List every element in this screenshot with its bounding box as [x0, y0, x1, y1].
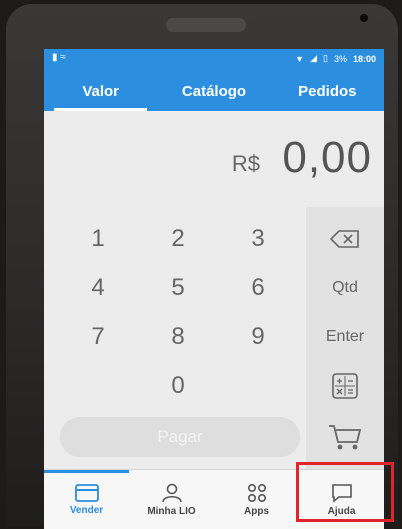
currency-label: R$ — [231, 151, 260, 176]
tab-catalogo[interactable]: Catálogo — [157, 71, 270, 111]
nav-apps-label: Apps — [244, 506, 269, 517]
pay-button[interactable]: Pagar — [60, 417, 300, 457]
key-3[interactable]: 3 — [218, 215, 298, 263]
key-0[interactable]: 0 — [138, 362, 218, 410]
calculator-button[interactable] — [306, 362, 384, 410]
battery-percent: 3% — [333, 53, 347, 64]
qtd-button[interactable]: Qtd — [306, 264, 384, 312]
battery-icon: ▯ — [323, 53, 328, 63]
status-bar: ▮ ≈ ▼ ◢ ▯ 3% 18:00 — [44, 49, 384, 67]
nav-vender[interactable]: Vender — [44, 470, 129, 529]
enter-button[interactable]: Enter — [306, 313, 384, 361]
card-icon — [74, 484, 99, 502]
camera-dot — [360, 14, 368, 22]
nav-apps[interactable]: Apps — [214, 470, 299, 529]
key-2[interactable]: 2 — [138, 215, 218, 263]
tab-bar: Valor Catálogo Pedidos — [44, 71, 384, 111]
cart-icon — [329, 425, 362, 450]
apps-grid-icon — [247, 483, 266, 503]
calculator-icon — [332, 373, 358, 399]
nav-vender-label: Vender — [69, 505, 104, 516]
nav-minha-lio[interactable]: Minha LIO — [129, 470, 214, 529]
key-9[interactable]: 9 — [218, 313, 298, 361]
clock: 18:00 — [352, 53, 376, 64]
backspace-button[interactable] — [306, 215, 384, 263]
key-7[interactable]: 7 — [58, 313, 138, 361]
key-5[interactable]: 5 — [138, 264, 218, 312]
device-frame: ▮ ≈ ▼ ◢ ▯ 3% 18:00 Valor Catálogo Pedido… — [6, 4, 398, 529]
app-header: ▮ ≈ ▼ ◢ ▯ 3% 18:00 Valor Catálogo Pedido… — [44, 49, 384, 111]
key-1[interactable]: 1 — [58, 215, 138, 263]
numeric-keypad: 1 2 3 4 5 6 7 8 9 0 Qtd Enter Pagar — [44, 207, 384, 477]
key-4[interactable]: 4 — [58, 264, 138, 312]
key-8[interactable]: 8 — [138, 313, 218, 361]
speaker-grille — [166, 18, 246, 32]
person-icon — [161, 483, 182, 503]
screen: ▮ ≈ ▼ ◢ ▯ 3% 18:00 Valor Catálogo Pedido… — [44, 49, 384, 529]
function-keys-column: Qtd Enter — [306, 207, 384, 477]
cart-button[interactable] — [306, 413, 384, 461]
highlight-annotation — [296, 462, 394, 522]
amount-value: 0,00 — [282, 133, 372, 182]
key-6[interactable]: 6 — [218, 264, 298, 312]
tab-pedidos[interactable]: Pedidos — [271, 71, 384, 111]
tab-valor[interactable]: Valor — [44, 71, 157, 111]
backspace-icon — [330, 230, 359, 248]
wifi-icon: ▼ — [295, 53, 305, 64]
nav-minha-lio-label: Minha LIO — [147, 506, 196, 517]
amount-display: R$ 0,00 — [44, 111, 384, 201]
notification-icon: ▮ ≈ — [52, 52, 66, 63]
signal-icon: ◢ — [310, 53, 317, 63]
